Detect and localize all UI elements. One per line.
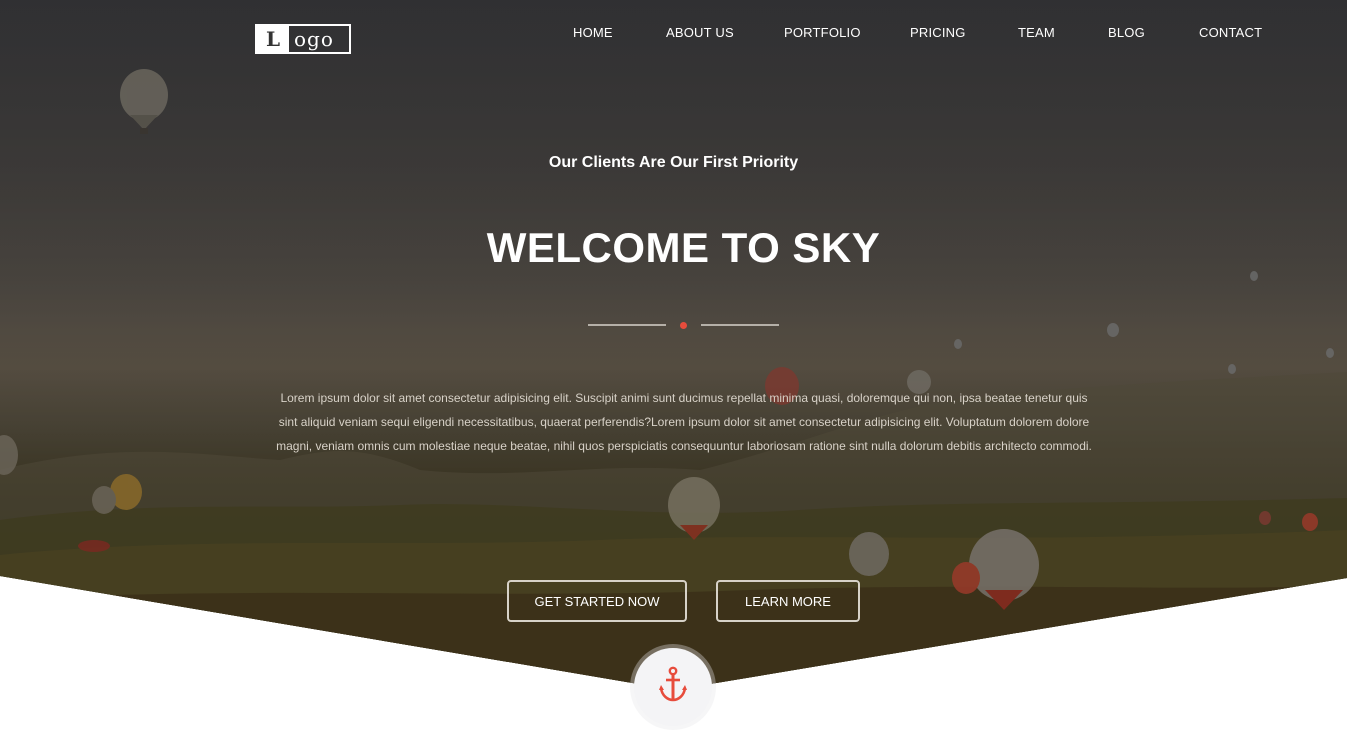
nav-item-portfolio[interactable]: PORTFOLIO — [784, 25, 861, 40]
main-navigation: HOME ABOUT US PORTFOLIO PRICING TEAM BLO… — [0, 25, 1347, 41]
hero-title: WELCOME TO SKY — [486, 224, 881, 271]
get-started-button[interactable]: GET STARTED NOW — [507, 580, 687, 622]
nav-item-about-us[interactable]: ABOUT US — [666, 25, 734, 40]
balloon-landscape-illustration — [0, 69, 1347, 690]
hero-subtitle: Our Clients Are Our First Priority — [548, 154, 799, 171]
anchor-icon — [658, 666, 688, 709]
nav-item-pricing[interactable]: PRICING — [910, 25, 966, 40]
scroll-down-button[interactable] — [634, 648, 712, 726]
nav-item-team[interactable]: TEAM — [1018, 25, 1055, 40]
nav-item-home[interactable]: HOME — [573, 25, 613, 40]
nav-item-contact[interactable]: CONTACT — [1199, 25, 1262, 40]
divider-line-right — [701, 324, 779, 326]
hero-description: Lorem ipsum dolor sit amet consectetur a… — [276, 391, 1092, 453]
nav-item-blog[interactable]: BLOG — [1108, 25, 1145, 40]
hero-section: L ogo HOME ABOUT US PORTFOLIO PRICING TE… — [0, 0, 1347, 736]
learn-more-button[interactable]: LEARN MORE — [716, 580, 860, 622]
divider-dot-icon — [680, 322, 687, 329]
hero-background-image — [0, 0, 1347, 690]
divider-line-left — [588, 324, 666, 326]
